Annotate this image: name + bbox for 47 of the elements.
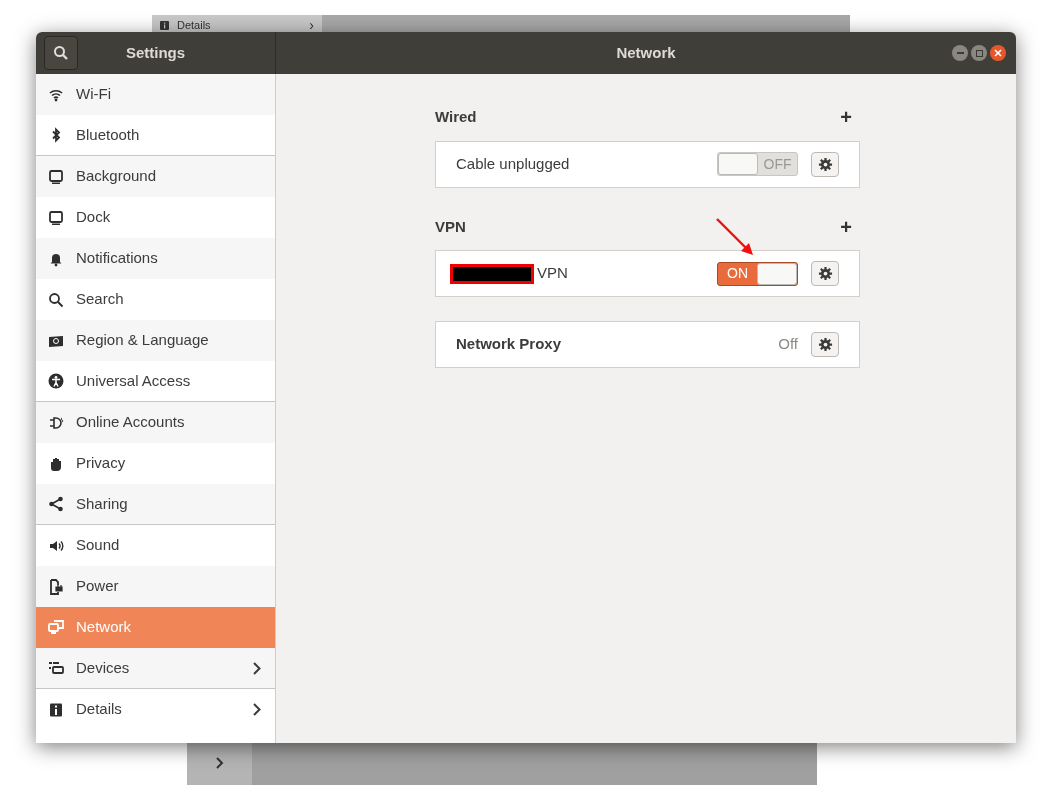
connection-name: VPN xyxy=(537,263,568,284)
share-icon xyxy=(48,496,64,512)
sidebar-item[interactable]: Online Accounts xyxy=(36,402,275,443)
add-button[interactable]: + xyxy=(840,216,852,237)
search-button[interactable] xyxy=(44,36,78,70)
accounts-icon xyxy=(48,414,64,431)
minimize-button[interactable] xyxy=(952,45,968,61)
monitor-icon xyxy=(48,209,64,226)
window-title: Network xyxy=(616,42,676,63)
sidebar-title: Settings xyxy=(124,42,187,63)
info-icon xyxy=(48,701,64,718)
settings-button[interactable] xyxy=(811,261,839,286)
close-icon xyxy=(994,49,1002,57)
section-heading: VPN xyxy=(435,216,466,237)
sidebar-item[interactable]: Wi-Fi xyxy=(36,74,275,115)
status-text: Off xyxy=(778,334,798,355)
annotation-arrow xyxy=(715,217,755,257)
chevron-icon xyxy=(215,757,224,769)
connection-name: Cable unplugged xyxy=(456,153,570,174)
info-icon xyxy=(160,20,169,30)
person-icon xyxy=(48,373,64,389)
devices-icon xyxy=(48,660,64,676)
sidebar-item: Details xyxy=(177,17,212,33)
settings-button[interactable] xyxy=(811,332,839,357)
section-heading: Wired xyxy=(435,107,477,127)
sidebar-item[interactable]: Background xyxy=(36,156,275,197)
settings-button[interactable] xyxy=(811,151,839,177)
close-button[interactable] xyxy=(990,45,1006,61)
sidebar-item[interactable]: Notifications xyxy=(36,238,275,279)
search-icon xyxy=(53,45,69,61)
chevron: › xyxy=(309,18,314,32)
gear-icon xyxy=(817,266,833,281)
connection-name: Network Proxy xyxy=(456,334,562,355)
gear-icon xyxy=(817,156,833,172)
monitor-icon xyxy=(48,168,64,185)
sidebar-item[interactable]: Devices xyxy=(36,648,275,689)
search-icon xyxy=(48,291,64,308)
chevron-icon xyxy=(253,661,261,675)
sidebar-item[interactable]: Region & Language xyxy=(36,320,275,361)
network-icon xyxy=(48,619,64,636)
hand-icon xyxy=(48,455,64,472)
sidebar-item[interactable]: Sharing xyxy=(36,484,275,525)
gear-icon xyxy=(817,337,833,352)
sidebar-item[interactable]: Power xyxy=(36,566,275,607)
plug-icon xyxy=(48,578,64,595)
add-button[interactable]: + xyxy=(840,107,852,128)
chevron-icon xyxy=(253,703,261,716)
